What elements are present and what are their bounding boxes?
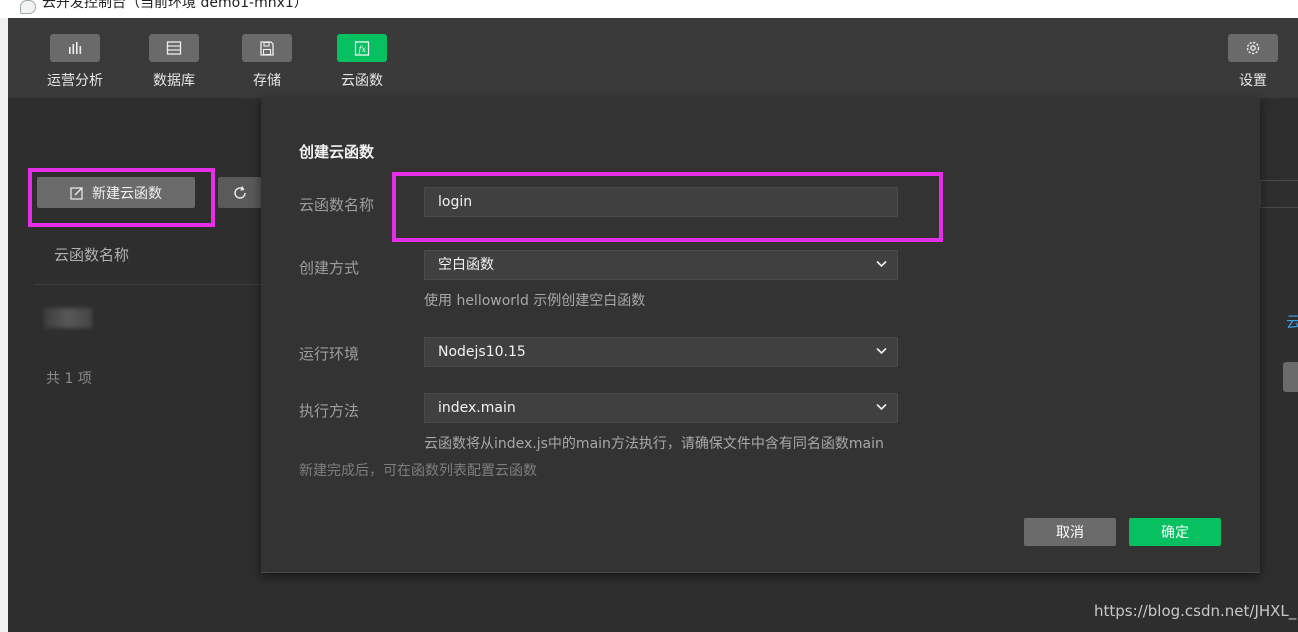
blurred-function-name[interactable] bbox=[44, 308, 92, 328]
search-box-edge bbox=[1260, 180, 1298, 208]
gear-icon bbox=[1246, 41, 1260, 55]
toolbar-label: 数据库 bbox=[153, 73, 195, 89]
toolbar: 运营分析 数据库 存储 fx 云函数 设置 bbox=[8, 18, 1298, 98]
exec-method-hint: 云函数将从index.js中的main方法执行，请确保文件中含有同名函数main bbox=[424, 436, 884, 452]
toolbar-label: 云函数 bbox=[341, 73, 383, 89]
chevron-down-icon bbox=[876, 260, 887, 268]
item-count: 共 1 项 bbox=[46, 371, 92, 387]
bar-chart-icon bbox=[69, 42, 82, 54]
svg-text:fx: fx bbox=[358, 45, 367, 54]
app-icon bbox=[20, 0, 36, 14]
window-title: 云开发控制台（当前环境 demo1-mhx1） bbox=[42, 0, 308, 11]
save-icon bbox=[260, 40, 274, 56]
toolbar-item-database[interactable]: 数据库 bbox=[139, 34, 209, 90]
cancel-button[interactable]: 取消 bbox=[1024, 518, 1116, 546]
window-titlebar: 云开发控制台（当前环境 demo1-mhx1） bbox=[0, 0, 1298, 18]
toolbar-label: 设置 bbox=[1239, 73, 1267, 89]
create-function-dialog: 创建云函数 云函数名称 login 创建方式 空白函数 使用 helloworl… bbox=[261, 98, 1260, 573]
chevron-down-icon bbox=[876, 403, 887, 411]
watermark: https://blog.csdn.net/JHXL_ bbox=[1094, 602, 1297, 620]
left-window-edge bbox=[0, 18, 8, 632]
chevron-down-icon bbox=[876, 347, 887, 355]
highlight-box bbox=[392, 172, 943, 242]
dialog-title: 创建云函数 bbox=[299, 143, 375, 161]
database-icon bbox=[166, 41, 182, 55]
dialog-footnote: 新建完成后，可在函数列表配置云函数 bbox=[299, 463, 537, 479]
column-header-name: 云函数名称 bbox=[54, 246, 130, 264]
runtime-select[interactable]: Nodejs10.15 bbox=[424, 337, 898, 367]
toolbar-item-storage[interactable]: 存储 bbox=[232, 34, 302, 90]
refresh-button[interactable] bbox=[218, 177, 262, 208]
row-divider bbox=[34, 284, 262, 285]
runtime-label: 运行环境 bbox=[299, 345, 360, 363]
exec-method-label: 执行方法 bbox=[299, 402, 360, 420]
toolbar-item-cloud-functions[interactable]: fx 云函数 bbox=[327, 34, 397, 90]
confirm-button[interactable]: 确定 bbox=[1129, 518, 1221, 546]
pager-button[interactable] bbox=[1283, 362, 1298, 392]
refresh-icon bbox=[234, 185, 246, 199]
highlight-box bbox=[28, 168, 215, 227]
toolbar-label: 运营分析 bbox=[47, 73, 103, 89]
create-method-hint: 使用 helloworld 示例创建空白函数 bbox=[424, 293, 646, 309]
exec-method-select[interactable]: index.main bbox=[424, 393, 898, 423]
toolbar-item-settings[interactable]: 设置 bbox=[1218, 34, 1288, 90]
toolbar-label: 存储 bbox=[253, 73, 281, 89]
create-method-value: 空白函数 bbox=[438, 257, 494, 273]
toolbar-item-analytics[interactable]: 运营分析 bbox=[40, 34, 110, 90]
exec-method-value: index.main bbox=[438, 400, 516, 416]
function-icon: fx bbox=[354, 40, 370, 56]
runtime-value: Nodejs10.15 bbox=[438, 344, 526, 360]
function-name-label: 云函数名称 bbox=[299, 196, 375, 214]
create-method-label: 创建方式 bbox=[299, 259, 360, 277]
row-action-link[interactable]: 云 bbox=[1286, 311, 1298, 332]
create-method-select[interactable]: 空白函数 bbox=[424, 250, 898, 280]
